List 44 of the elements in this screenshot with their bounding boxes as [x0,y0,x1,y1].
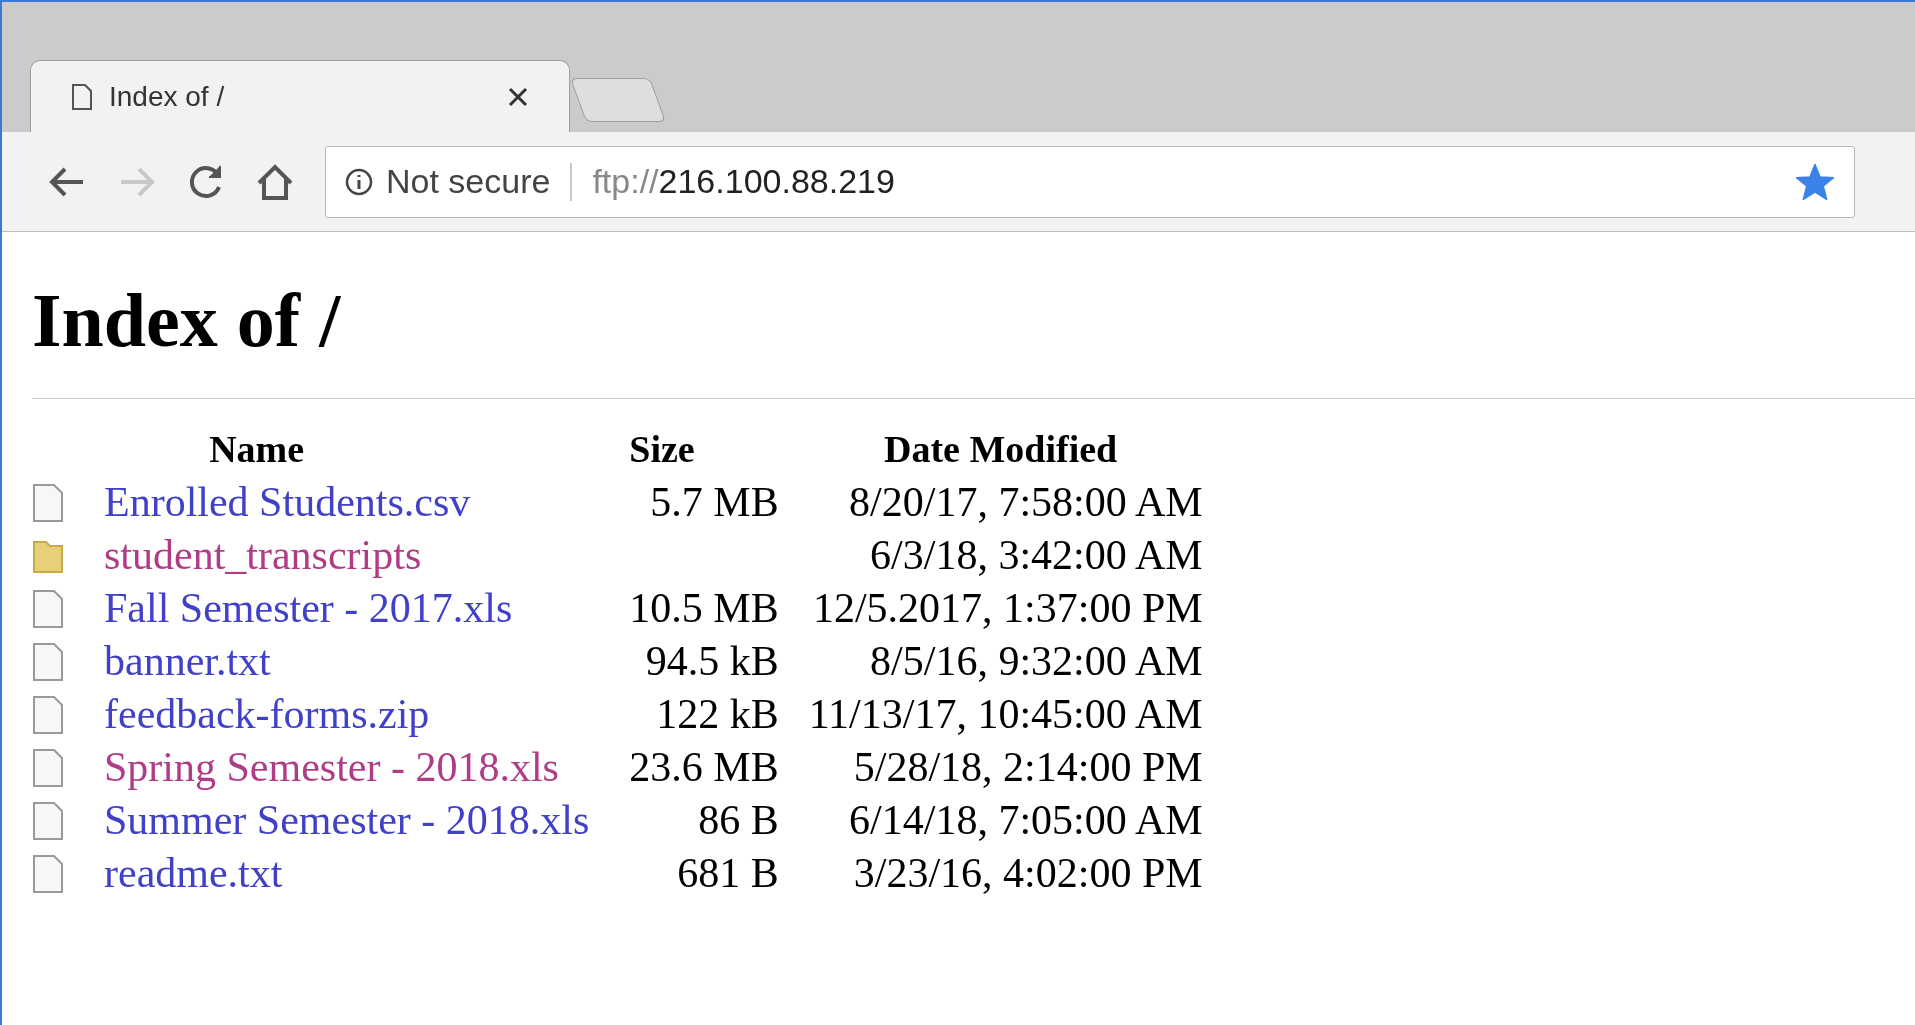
browser-tab[interactable]: Index of / [30,60,570,132]
info-icon [344,166,374,197]
file-icon [32,853,64,894]
file-link[interactable]: feedback-forms.zip [104,691,430,737]
file-size: 5.7 MB [650,479,779,525]
close-icon[interactable] [507,85,529,108]
security-label: Not secure [386,161,551,202]
file-icon [32,800,64,841]
file-size: 94.5 kB [645,638,779,684]
column-header: Name [209,428,305,470]
modified-date: 6/14/18, 7:05:00 AM [849,797,1203,843]
file-icon [32,747,64,788]
file-size: 681 B [677,850,779,896]
home-icon[interactable] [255,162,295,201]
modified-date: 11/13/17, 10:45:00 AM [808,691,1203,737]
modified-date: 5/28/18, 2:14:00 PM [853,744,1203,790]
file-icon [32,694,64,735]
file-icon [32,588,64,629]
modified-date: 6/3/18, 3:42:00 AM [870,532,1203,578]
address-bar[interactable]: Not secure ftp://216.100.88.219 [325,145,1855,218]
file-size: 23.6 MB [629,744,779,790]
file-size: 122 kB [656,691,779,737]
file-link[interactable]: student_transcripts [104,532,422,578]
modified-date: 8/20/17, 7:58:00 AM [849,479,1203,525]
file-link[interactable]: Enrolled Students.csv [104,479,471,525]
file-size: 86 B [698,797,779,843]
column-header: Date Modified [884,428,1118,470]
file-link[interactable]: readme.txt [104,850,283,896]
page-heading: Index of / [32,282,342,358]
file-link[interactable]: Spring Semester - 2018.xls [104,744,559,790]
file-link[interactable]: Summer Semester - 2018.xls [104,797,590,843]
tab-title: Index of / [109,79,226,114]
modified-date: 3/23/16, 4:02:00 PM [853,850,1203,896]
file-link[interactable]: Fall Semester - 2017.xls [104,585,513,631]
file-icon [32,482,64,523]
file-size: 10.5 MB [629,585,779,631]
column-header: Size [629,428,695,470]
file-link[interactable]: banner.txt [104,638,271,684]
modified-date: 12/5.2017, 1:37:00 PM [812,585,1203,631]
file-icon [32,641,64,682]
url-text: ftp://216.100.88.219 [592,161,896,202]
modified-date: 8/5/16, 9:32:00 AM [870,638,1203,684]
page-icon [71,82,93,111]
bookmark-star-icon[interactable] [1796,163,1834,200]
